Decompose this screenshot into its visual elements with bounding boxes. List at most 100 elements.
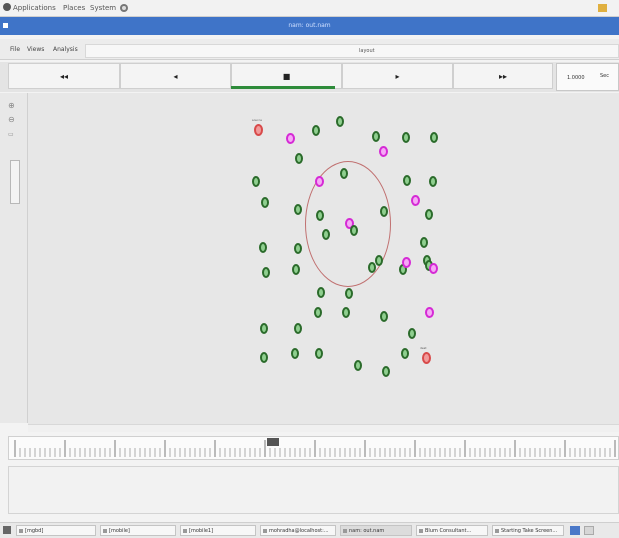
workspace-switcher-icon[interactable] — [570, 526, 580, 535]
active-indicator — [231, 86, 335, 89]
menu-bar: File Views Analysis layout — [0, 39, 619, 60]
top-panel: Applications Places System — [0, 0, 619, 17]
network-node[interactable] — [260, 352, 268, 363]
terminal-icon — [263, 529, 267, 533]
file-menu[interactable]: File — [10, 46, 20, 53]
time-value: 1.0000 — [567, 75, 585, 81]
network-node[interactable] — [292, 264, 300, 275]
horizontal-scrollbar[interactable] — [28, 424, 619, 432]
annotation-pane[interactable] — [8, 466, 619, 514]
network-node[interactable] — [294, 243, 302, 254]
rewind-button[interactable]: ◂◂ — [8, 63, 120, 89]
window-icon — [19, 529, 23, 533]
workspace-switcher-icon[interactable] — [584, 526, 594, 535]
network-node[interactable] — [350, 225, 358, 236]
task-item[interactable]: [mobile1] — [180, 525, 256, 536]
network-node[interactable] — [342, 307, 350, 318]
window-icon — [103, 529, 107, 533]
show-desktop-icon[interactable] — [3, 526, 11, 534]
window-title: nam: out.nam — [288, 22, 331, 29]
active-node[interactable] — [411, 195, 420, 206]
network-node[interactable] — [312, 125, 320, 136]
places-menu[interactable]: Places — [63, 4, 85, 12]
time-unit: Sec — [600, 73, 609, 79]
active-node[interactable] — [286, 133, 295, 144]
zoom-slider[interactable] — [10, 160, 20, 204]
network-node[interactable] — [430, 132, 438, 143]
network-node[interactable] — [316, 210, 324, 221]
network-node[interactable] — [315, 348, 323, 359]
active-node[interactable] — [315, 176, 324, 187]
network-node[interactable] — [408, 328, 416, 339]
step-back-button[interactable]: ◂ — [120, 63, 231, 89]
active-node[interactable] — [379, 146, 388, 157]
network-node[interactable] — [403, 175, 411, 186]
task-item[interactable]: mohradha@localhost:... — [260, 525, 336, 536]
network-node[interactable] — [252, 176, 260, 187]
browser-icon[interactable] — [119, 3, 129, 15]
applications-menu[interactable]: Applications — [13, 4, 56, 12]
network-node[interactable] — [295, 153, 303, 164]
stop-icon: ■ — [282, 71, 291, 81]
endpoint-node[interactable] — [422, 352, 431, 364]
network-node[interactable] — [317, 287, 325, 298]
network-node[interactable] — [322, 229, 330, 240]
network-node[interactable] — [382, 366, 390, 377]
network-node[interactable] — [262, 267, 270, 278]
views-menu[interactable]: Views — [27, 46, 44, 53]
network-node[interactable] — [345, 288, 353, 299]
notification-icon[interactable] — [597, 2, 609, 16]
task-item[interactable]: [mgbd] — [16, 525, 96, 536]
network-node[interactable] — [354, 360, 362, 371]
applications-foot-icon[interactable] — [2, 2, 12, 12]
info-field: layout — [85, 44, 619, 58]
network-node[interactable] — [261, 197, 269, 208]
network-node[interactable] — [291, 348, 299, 359]
network-node[interactable] — [259, 242, 267, 253]
active-node[interactable] — [429, 263, 438, 274]
back-icon: ◂ — [173, 71, 178, 81]
info-text: layout — [359, 48, 375, 54]
network-node[interactable] — [375, 255, 383, 266]
play-icon: ▸ — [395, 71, 400, 81]
window-icon — [183, 529, 187, 533]
network-node[interactable] — [402, 132, 410, 143]
node-label: dest — [420, 346, 427, 350]
network-node[interactable] — [380, 206, 388, 217]
zoom-out-icon[interactable]: ⊖ — [8, 115, 15, 124]
task-item[interactable]: Starting Take Screen... — [492, 525, 564, 536]
system-menu[interactable]: System — [90, 4, 116, 12]
window-icon — [343, 529, 347, 533]
network-node[interactable] — [401, 348, 409, 359]
task-item[interactable]: [mobile] — [100, 525, 176, 536]
network-node[interactable] — [294, 204, 302, 215]
edit-icon[interactable]: ▭ — [8, 131, 14, 138]
task-item-active[interactable]: nam: out.nam — [340, 525, 412, 536]
active-node[interactable] — [425, 307, 434, 318]
timeline-handle[interactable] — [267, 438, 279, 446]
fast-forward-button[interactable]: ▸▸ — [453, 63, 553, 89]
fast-forward-icon: ▸▸ — [498, 71, 508, 81]
network-node[interactable] — [260, 323, 268, 334]
timeline-slider[interactable] — [8, 436, 619, 460]
network-node[interactable] — [425, 209, 433, 220]
task-item[interactable]: Blum Consultant... — [416, 525, 488, 536]
network-node[interactable] — [336, 116, 344, 127]
timeline-ticks — [14, 440, 616, 457]
network-node[interactable] — [429, 176, 437, 187]
active-node[interactable] — [402, 257, 411, 268]
zoom-in-icon[interactable]: ⊕ — [8, 101, 15, 110]
network-node[interactable] — [314, 307, 322, 318]
window-icon — [419, 529, 423, 533]
network-node[interactable] — [380, 311, 388, 322]
analysis-menu[interactable]: Analysis — [53, 46, 78, 53]
network-node[interactable] — [340, 168, 348, 179]
network-node[interactable] — [294, 323, 302, 334]
network-node[interactable] — [372, 131, 380, 142]
window-title-bar: nam: out.nam — [0, 17, 619, 35]
left-toolbar: ⊕ ⊖ ▭ — [0, 93, 28, 423]
time-display[interactable]: 1.0000 Sec — [556, 63, 619, 91]
play-button[interactable]: ▸ — [342, 63, 453, 89]
network-node[interactable] — [420, 237, 428, 248]
endpoint-node[interactable] — [254, 124, 263, 136]
